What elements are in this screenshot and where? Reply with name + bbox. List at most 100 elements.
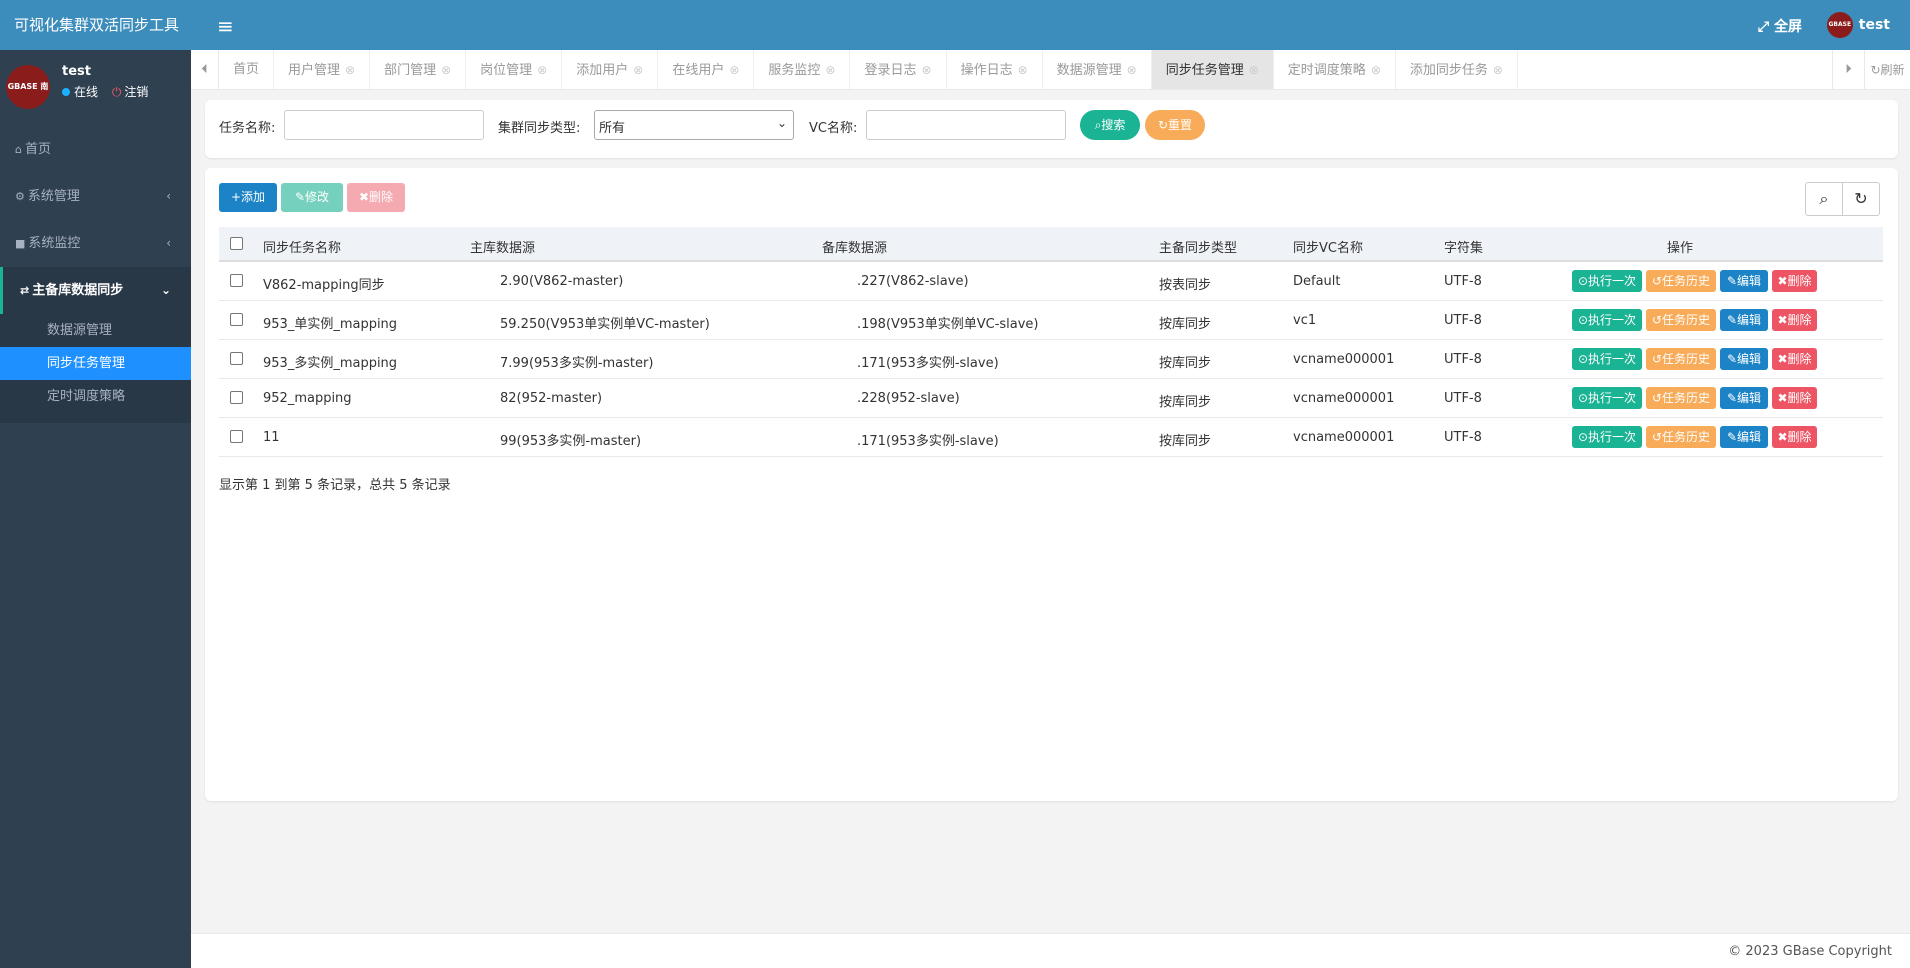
sync-type-select[interactable]: 所有 ⌄ xyxy=(594,110,794,140)
sidebar-item-system-monitor[interactable]: ■ 系统监控 ‹ xyxy=(0,220,191,267)
sidebar-subitem-datasource[interactable]: 数据源管理 xyxy=(0,314,191,347)
run-once-button[interactable]: ⊙执行一次 xyxy=(1572,309,1642,331)
tab-login-log[interactable]: 登录日志 ⊗ xyxy=(850,50,947,89)
tab-add-user[interactable]: 添加用户 ⊗ xyxy=(562,50,659,89)
tab-online-users[interactable]: 在线用户 ⊗ xyxy=(658,50,755,89)
column-header-charset[interactable]: 字符集 xyxy=(1444,237,1483,256)
tab-schedule-strategy[interactable]: 定时调度策略 ⊗ xyxy=(1274,50,1396,89)
search-button[interactable]: ⌕搜索 xyxy=(1080,110,1140,140)
table-header: 同步任务名称 主库数据源 备库数据源 主备同步类型 同步VC名称 字符集 操作 xyxy=(219,227,1883,262)
row-delete-button[interactable]: ✖删除 xyxy=(1772,387,1817,409)
run-once-button[interactable]: ⊙执行一次 xyxy=(1572,426,1642,448)
sidebar-subitem-schedule[interactable]: 定时调度策略 xyxy=(0,380,191,413)
row-checkbox[interactable] xyxy=(230,352,243,365)
row-checkbox[interactable] xyxy=(230,274,243,287)
close-icon[interactable]: ⊗ xyxy=(345,63,355,77)
table-refresh-button[interactable]: ↻ xyxy=(1842,182,1880,216)
tab-sync-task-management[interactable]: 同步任务管理 ⊗ xyxy=(1151,50,1274,89)
row-checkbox[interactable] xyxy=(230,313,243,326)
history-icon: ↺ xyxy=(1651,430,1663,444)
task-name-input[interactable] xyxy=(284,110,484,140)
vc-name-input[interactable] xyxy=(866,110,1066,140)
column-header-vc-name[interactable]: 同步VC名称 xyxy=(1293,237,1363,256)
delete-button[interactable]: ✖删除 xyxy=(347,183,405,212)
close-icon[interactable]: ⊗ xyxy=(1127,63,1137,77)
table-row[interactable]: V862-mapping同步 2.90(V862-master) .227(V8… xyxy=(219,262,1883,301)
row-delete-button[interactable]: ✖删除 xyxy=(1772,309,1817,331)
row-delete-button[interactable]: ✖删除 xyxy=(1772,348,1817,370)
edit-button[interactable]: ✎修改 xyxy=(281,183,343,212)
table-row[interactable]: 953_多实例_mapping 7.99(953多实例-master) .171… xyxy=(219,340,1883,379)
column-header-master-source[interactable]: 主库数据源 xyxy=(470,237,535,256)
logout-icon[interactable]: ⏻ xyxy=(112,85,122,99)
table-row[interactable]: 11 99(953多实例-master) .171(953多实例-slave) … xyxy=(219,418,1883,457)
column-header-slave-source[interactable]: 备库数据源 xyxy=(822,237,887,256)
close-icon[interactable]: ⊗ xyxy=(537,63,547,77)
row-checkbox[interactable] xyxy=(230,391,243,404)
select-all-checkbox[interactable] xyxy=(230,237,243,250)
hamburger-menu-icon[interactable]: ≡ xyxy=(217,14,234,38)
column-header-sync-type[interactable]: 主备同步类型 xyxy=(1159,237,1237,256)
tab-home[interactable]: 首页 xyxy=(219,50,275,89)
task-history-button[interactable]: ↺任务历史 xyxy=(1646,270,1716,292)
table-search-toggle[interactable]: ⌕ xyxy=(1805,182,1843,216)
sidebar-item-home[interactable]: ⌂ 首页 xyxy=(0,126,191,173)
row-edit-button[interactable]: ✎编辑 xyxy=(1720,387,1768,409)
table-row[interactable]: 952_mapping 82(952-master) .228(952-slav… xyxy=(219,379,1883,418)
task-history-button[interactable]: ↺任务历史 xyxy=(1646,387,1716,409)
add-button[interactable]: +添加 xyxy=(219,183,277,212)
tabs-scroll-right-icon[interactable]: ⏵ xyxy=(1832,50,1864,89)
sidebar-subitem-sync-task[interactable]: 同步任务管理 xyxy=(0,347,191,380)
vc-name-cell: vcname000001 xyxy=(1293,352,1395,367)
sidebar-item-data-sync[interactable]: ⇄ 主备库数据同步 ⌄ xyxy=(0,267,191,314)
fullscreen-button[interactable]: ⤢ 全屏 xyxy=(1758,16,1802,36)
row-delete-button[interactable]: ✖删除 xyxy=(1772,426,1817,448)
close-icon[interactable]: ⊗ xyxy=(922,63,932,77)
chevron-left-icon: ‹ xyxy=(166,236,171,250)
task-history-button[interactable]: ↺任务历史 xyxy=(1646,348,1716,370)
run-once-button[interactable]: ⊙执行一次 xyxy=(1572,270,1642,292)
reset-button[interactable]: ↻重置 xyxy=(1145,110,1205,140)
tab-dept-management[interactable]: 部门管理 ⊗ xyxy=(370,50,467,89)
row-edit-button[interactable]: ✎编辑 xyxy=(1720,348,1768,370)
close-icon[interactable]: ⊗ xyxy=(1371,63,1381,77)
row-checkbox[interactable] xyxy=(230,430,243,443)
chevron-down-icon: ⌄ xyxy=(160,283,171,297)
tab-service-monitor[interactable]: 服务监控 ⊗ xyxy=(754,50,851,89)
row-delete-button[interactable]: ✖删除 xyxy=(1772,270,1817,292)
task-table-panel: +添加 ✎修改 ✖删除 ⌕ ↻ 同步任务名称 主库数据源 备库数据源 主备同步类… xyxy=(205,168,1898,801)
delete-label: 删除 xyxy=(1787,274,1812,288)
row-edit-button[interactable]: ✎编辑 xyxy=(1720,426,1768,448)
top-user-menu[interactable]: GBASE test xyxy=(1826,12,1890,38)
close-icon[interactable]: ⊗ xyxy=(825,63,835,77)
table-row[interactable]: 953_单实例_mapping 59.250(V953单实例单VC-master… xyxy=(219,301,1883,340)
close-icon[interactable]: ⊗ xyxy=(1018,63,1028,77)
run-once-button[interactable]: ⊙执行一次 xyxy=(1572,387,1642,409)
close-icon[interactable]: ⊗ xyxy=(729,63,739,77)
history-icon: ↺ xyxy=(1651,352,1663,366)
sidebar-item-system-management[interactable]: ⚙ 系统管理 ‹ xyxy=(0,173,191,220)
user-avatar[interactable]: GBASE 南大通用 xyxy=(6,65,50,109)
close-icon[interactable]: ⊗ xyxy=(1249,63,1259,77)
tab-post-management[interactable]: 岗位管理 ⊗ xyxy=(466,50,563,89)
tabs-scroll-left-icon[interactable]: ⏴ xyxy=(191,50,219,90)
sync-icon: ⇄ xyxy=(20,284,30,297)
refresh-tab-button[interactable]: ↻刷新 xyxy=(1864,50,1910,89)
logout-link[interactable]: 注销 xyxy=(124,85,148,99)
edit-icon: ✎ xyxy=(1726,391,1738,405)
run-once-button[interactable]: ⊙执行一次 xyxy=(1572,348,1642,370)
column-header-task-name[interactable]: 同步任务名称 xyxy=(263,237,341,256)
row-edit-button[interactable]: ✎编辑 xyxy=(1720,270,1768,292)
tab-label: 添加同步任务 xyxy=(1409,63,1488,78)
close-icon[interactable]: ⊗ xyxy=(441,63,451,77)
tab-add-sync-task[interactable]: 添加同步任务 ⊗ xyxy=(1396,50,1518,89)
task-history-button[interactable]: ↺任务历史 xyxy=(1646,309,1716,331)
tab-operation-log[interactable]: 操作日志 ⊗ xyxy=(947,50,1043,89)
row-edit-button[interactable]: ✎编辑 xyxy=(1720,309,1768,331)
close-icon[interactable]: ⊗ xyxy=(633,63,643,77)
tab-datasource-management[interactable]: 数据源管理 ⊗ xyxy=(1043,50,1152,89)
sync-type-cell: 按库同步 xyxy=(1159,317,1212,332)
close-icon[interactable]: ⊗ xyxy=(1493,63,1503,77)
task-history-button[interactable]: ↺任务历史 xyxy=(1646,426,1716,448)
tab-user-management[interactable]: 用户管理 ⊗ xyxy=(274,50,371,89)
